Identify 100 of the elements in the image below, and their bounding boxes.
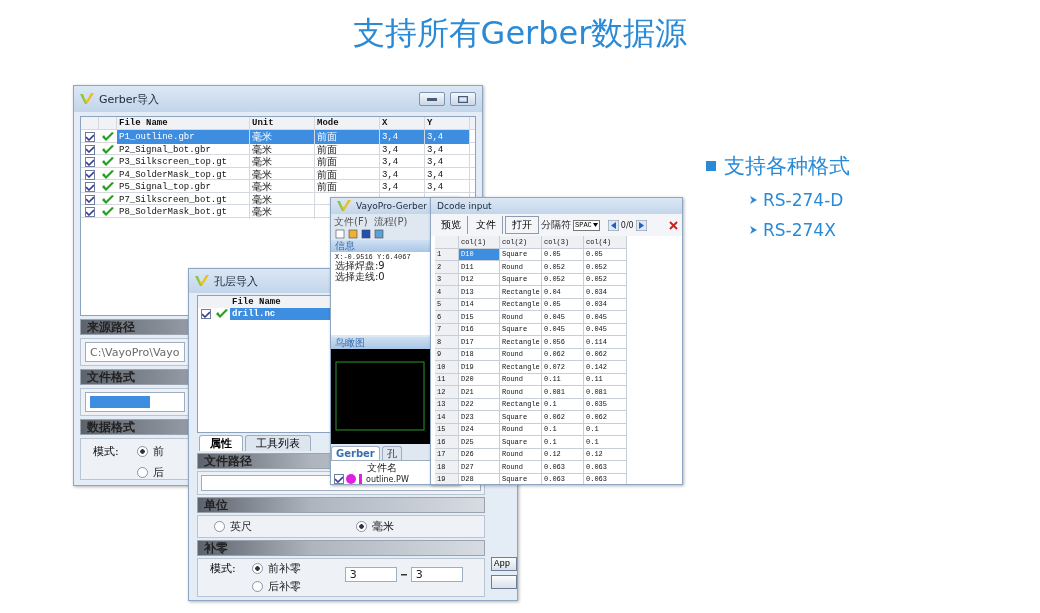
tab[interactable]: Gerber [331,446,380,460]
y-cell: 3,4 [425,155,470,169]
radio-option[interactable]: 后 [136,465,164,480]
close-icon[interactable] [669,220,678,230]
chevron-bullet-icon [750,226,757,234]
minimize-icon [427,97,437,101]
checkbox[interactable] [85,169,95,180]
file-name[interactable]: P7_Silkscreen_bot.gt [117,192,250,207]
app-logo-icon [195,275,209,287]
radio-option[interactable]: 前 [136,444,164,459]
app-logo-icon [80,93,94,105]
y-cell: 3,4 [425,142,470,157]
section-header: 单位 [197,497,485,513]
checkmark-icon [102,182,114,192]
unit-cell: 毫米 [250,167,315,182]
tab[interactable]: 孔 [381,446,402,460]
mode-label: 模式: [210,561,236,576]
x-cell: 3,4 [380,180,425,194]
window-title: 孔层导入 [214,273,258,289]
menu-item[interactable]: 流程(P) [373,215,408,227]
selection-highlight-icon [90,396,150,408]
tab[interactable]: 属性 [199,435,243,451]
section-header: 补零 [197,540,485,556]
checkbox[interactable] [201,309,211,319]
file-name[interactable]: P2_Signal_bot.gbr [117,142,250,157]
mode-cell: 前面 [315,142,380,157]
unit-cell: 毫米 [250,142,315,157]
menu-item[interactable]: 文件(F) [334,215,368,227]
format-item: RS-274-D [763,190,844,210]
file-name[interactable]: outline.PW [366,474,409,484]
radio-option[interactable]: 后补零 [251,579,301,594]
window-title: Gerber导入 [99,91,160,107]
column-header[interactable]: X [380,117,425,129]
unit-cell: 毫米 [250,130,315,144]
file-name[interactable]: P8_SolderMask_bot.gt [117,205,250,219]
chevron-bullet-icon [750,196,757,204]
unit-cell: 毫米 [250,155,315,169]
column-header[interactable]: File Name [230,296,330,308]
number-field[interactable]: 3 [410,567,463,582]
radio-option[interactable]: 毫米 [356,519,394,534]
column-header[interactable]: Unit [250,117,315,129]
maximize-button[interactable] [450,92,476,106]
x-cell: 3,4 [380,155,425,169]
number-field[interactable]: 3 [344,567,397,582]
format-field[interactable] [85,392,185,412]
checkbox[interactable] [334,474,344,484]
checkbox[interactable] [85,194,95,205]
x-cell: 3,4 [380,130,425,144]
header-corner [435,236,459,249]
page-title: 支持所有Gerber数据源 [352,13,688,54]
app-logo-icon [337,200,351,212]
checkbox[interactable] [85,182,95,192]
column-header[interactable]: Y [425,117,470,129]
format-item: RS-274X [763,220,836,240]
minimize-button[interactable] [419,92,445,106]
checkbox[interactable] [85,157,95,167]
file-name[interactable]: P5_Signal_top.gbr [117,180,250,194]
file-name[interactable]: P3_Silkscreen_top.gt [117,155,250,169]
checkbox[interactable] [85,132,95,142]
mode-cell: 前面 [315,167,380,182]
y-cell: 3,4 [425,180,470,194]
y-cell: 3,4 [425,167,470,182]
previous-arrow-icon[interactable] [607,219,619,231]
y-cell: 3,4 [425,130,470,144]
layer-color-icon [346,474,364,484]
caret-icon [592,223,598,227]
file-name[interactable]: P4_SolderMask_top.gt [117,167,250,182]
column-header[interactable]: File Name [117,117,250,129]
open-button[interactable]: 打开 [505,216,539,234]
path-field[interactable]: C:\VayoPro\Vayo [85,342,185,362]
maximize-icon [458,95,468,103]
radio-option[interactable]: 英尺 [214,519,252,534]
mode-label: 模式: [93,444,119,460]
checkmark-icon [102,169,114,180]
checkmark-icon [102,157,114,167]
radio-option[interactable]: 前补零 [251,561,301,576]
square-bullet-icon [706,161,716,171]
feature-heading: 支持各种格式 [724,153,850,180]
checkmark-icon [102,144,114,155]
page-counter: 0/0 [620,220,634,230]
checkmark-icon [102,194,114,205]
window-title: Dcode input [437,201,492,211]
checkmark-icon [102,132,114,142]
preview-tab[interactable]: 预览 [435,216,468,234]
checkbox[interactable] [85,144,95,155]
mode-cell: 前面 [315,130,380,144]
dash-icon [400,573,407,576]
column-header[interactable]: Mode [315,117,380,129]
next-arrow-icon[interactable] [635,219,647,231]
file-button[interactable]: 文件 [470,216,503,234]
tab[interactable]: 工具列表 [245,435,311,451]
unit-cell: 毫米 [250,180,315,194]
x-cell: 3,4 [380,167,425,182]
unit-cell: 毫米 [250,192,315,207]
board-outline-icon [335,361,425,431]
checkbox[interactable] [85,207,95,217]
info-text: 选择焊盘:9 [335,261,385,272]
info-text: 选择走线:0 [335,271,385,283]
apply-button[interactable]: App [491,557,517,571]
button[interactable] [491,575,517,589]
